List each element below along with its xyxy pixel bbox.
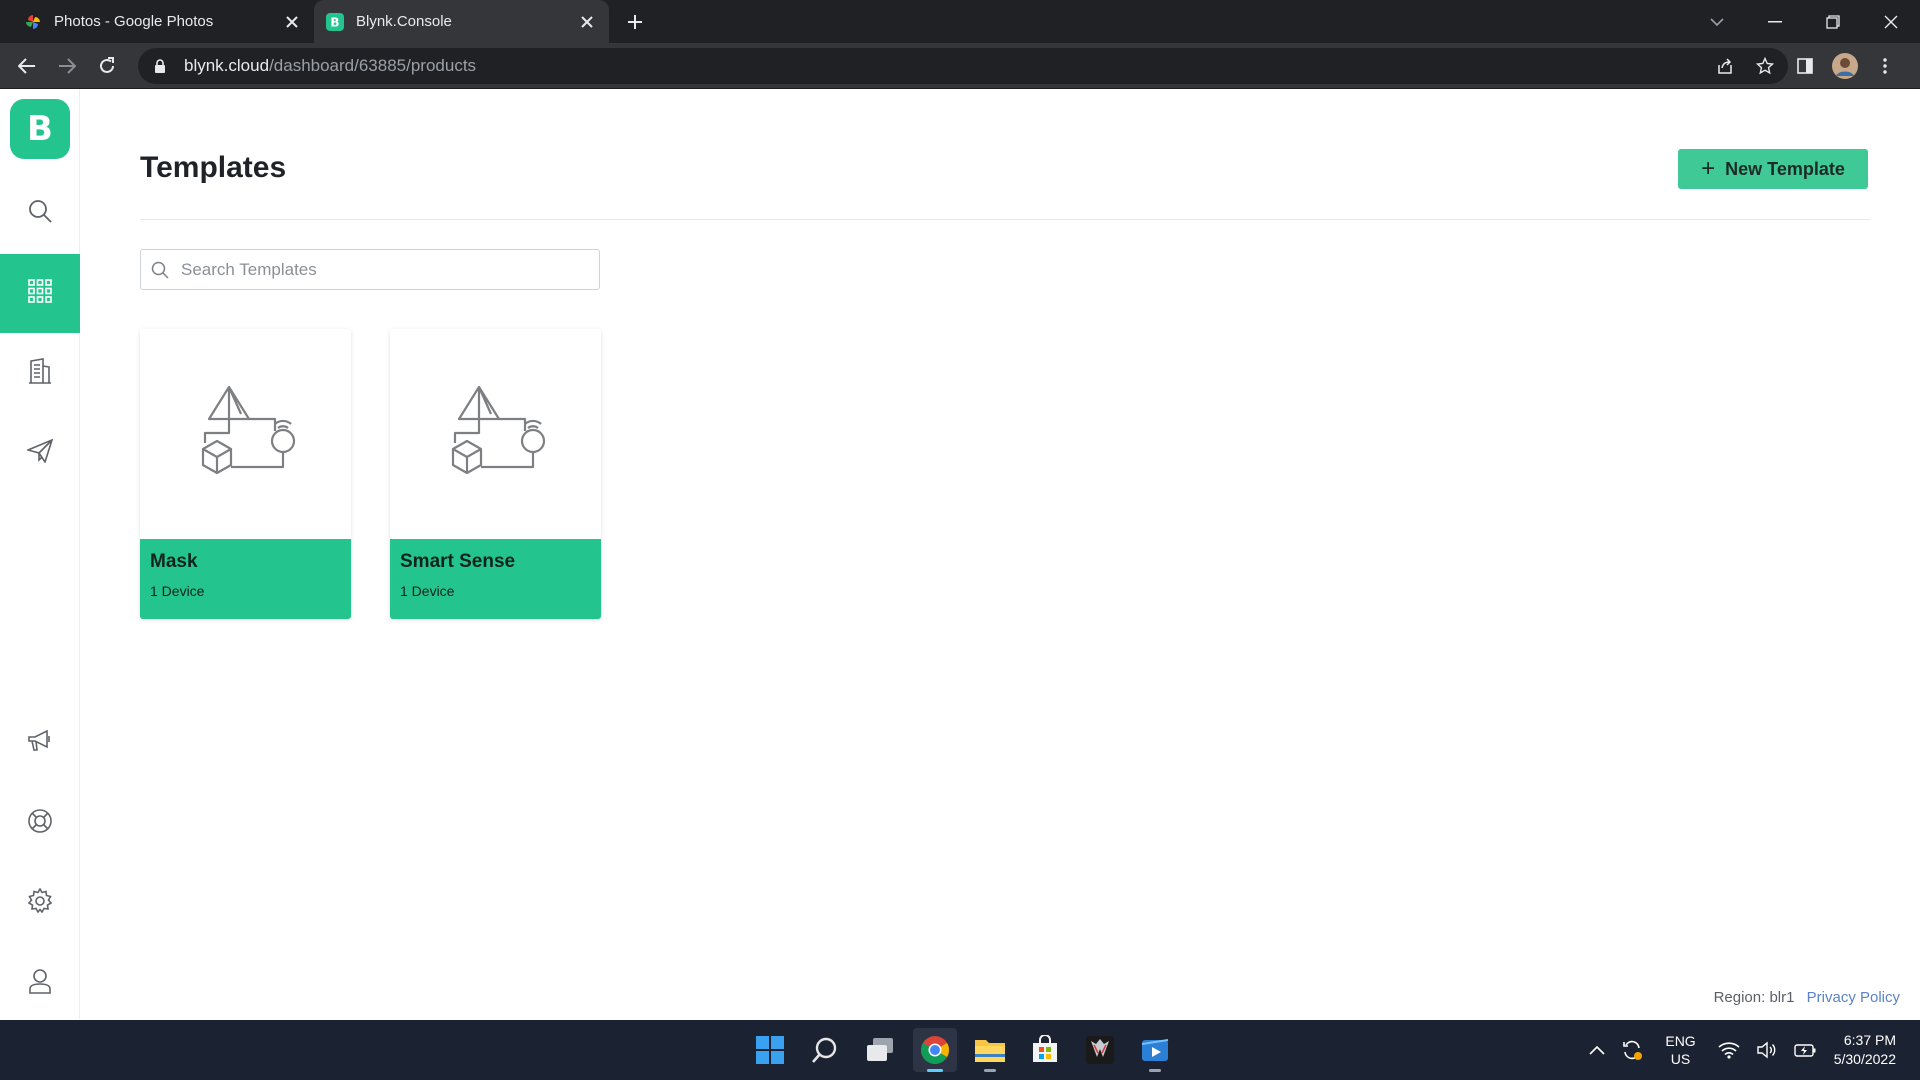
search-icon <box>27 198 53 229</box>
close-tab-icon[interactable] <box>573 8 601 36</box>
reload-icon[interactable] <box>92 51 122 81</box>
system-tray: ENG US 6:37 PM 5/30/2022 <box>1581 1020 1920 1080</box>
browser-menu-icon[interactable] <box>1870 51 1900 81</box>
paper-plane-icon <box>25 438 54 468</box>
tab-search-icon[interactable] <box>1688 0 1746 43</box>
running-indicator <box>984 1069 996 1072</box>
svg-text:B: B <box>330 15 339 29</box>
page-footer: Region: blr1 Privacy Policy <box>1714 989 1900 1006</box>
browser-tab-bar: Photos - Google Photos B Blynk.Console <box>0 0 1920 43</box>
lifebuoy-icon <box>27 808 53 839</box>
sidebar-item-announcements[interactable] <box>0 704 80 783</box>
battery-icon[interactable] <box>1794 1042 1816 1058</box>
template-name: Mask <box>150 551 198 572</box>
restore-icon[interactable] <box>1804 0 1862 43</box>
sidebar-item-templates[interactable] <box>0 254 80 333</box>
plus-icon: + <box>1701 155 1716 182</box>
megaphone-icon <box>27 729 53 758</box>
template-card-footer: Smart Sense 1 Device <box>390 539 601 619</box>
building-icon <box>28 358 52 389</box>
blynk-favicon-icon: B <box>326 12 344 31</box>
close-tab-icon[interactable] <box>278 8 306 36</box>
template-device-count: 1 Device <box>400 583 455 599</box>
new-template-button[interactable]: + New Template <box>1678 149 1868 189</box>
url-text[interactable]: blynk.cloud/dashboard/63885/products <box>184 56 476 76</box>
profile-avatar[interactable] <box>1830 51 1860 81</box>
toolbar-actions <box>1710 51 1900 81</box>
address-bar[interactable]: blynk.cloud/dashboard/63885/products <box>138 48 1788 84</box>
sidebar-item-user[interactable] <box>0 944 80 1023</box>
blynk-logo[interactable]: B <box>10 99 70 159</box>
region-code: US <box>1670 1051 1691 1067</box>
predator-sense-icon[interactable] <box>1078 1028 1122 1072</box>
template-name: Smart Sense <box>400 551 516 572</box>
taskbar-search-icon[interactable] <box>803 1028 847 1072</box>
google-photos-icon <box>24 13 42 31</box>
browser-toolbar: blynk.cloud/dashboard/63885/products <box>0 43 1920 89</box>
minimize-icon[interactable] <box>1746 0 1804 43</box>
active-indicator <box>927 1069 943 1072</box>
chrome-icon[interactable] <box>913 1028 957 1072</box>
chevron-up-icon[interactable] <box>1589 1045 1605 1055</box>
taskbar-clock[interactable]: 6:37 PM 5/30/2022 <box>1834 1031 1896 1069</box>
tab-title: Photos - Google Photos <box>54 13 214 30</box>
sidebar-item-organizations[interactable] <box>0 334 80 413</box>
new-tab-button[interactable] <box>620 7 650 37</box>
template-card-mask[interactable]: Mask 1 Device <box>140 329 351 619</box>
sidebar-item-search[interactable] <box>0 174 80 253</box>
clock-time: 6:37 PM <box>1843 1032 1896 1048</box>
media-player-icon[interactable] <box>1133 1028 1177 1072</box>
user-icon <box>28 968 52 999</box>
template-card-smart-sense[interactable]: Smart Sense 1 Device <box>390 329 601 619</box>
sidebar-item-help[interactable] <box>0 784 80 863</box>
tab-title: Blynk.Console <box>356 13 452 30</box>
search-templates-field[interactable] <box>140 249 600 290</box>
forward-icon[interactable] <box>52 51 82 81</box>
window-controls <box>1688 0 1920 43</box>
tab-blynk-console[interactable]: B Blynk.Console <box>314 0 609 43</box>
template-card-footer: Mask 1 Device <box>140 539 351 619</box>
microsoft-store-icon[interactable] <box>1023 1028 1067 1072</box>
tab-google-photos[interactable]: Photos - Google Photos <box>14 0 314 43</box>
grid-icon <box>28 279 52 308</box>
gear-icon <box>27 887 53 919</box>
wifi-icon[interactable] <box>1718 1041 1740 1059</box>
app-sidebar: B <box>0 89 80 1019</box>
header-divider <box>140 219 1870 220</box>
region-label: Region: blr1 <box>1713 989 1795 1006</box>
search-icon <box>151 261 171 279</box>
lock-icon[interactable] <box>154 58 172 74</box>
template-illustration <box>140 329 351 539</box>
running-indicator <box>1149 1069 1161 1072</box>
close-window-icon[interactable] <box>1862 0 1920 43</box>
bookmark-star-icon[interactable] <box>1750 51 1780 81</box>
search-templates-input[interactable] <box>181 259 581 280</box>
language-code: ENG <box>1665 1033 1696 1049</box>
page-title: Templates <box>140 151 287 184</box>
clock-date: 5/30/2022 <box>1833 1051 1896 1067</box>
share-icon[interactable] <box>1710 51 1740 81</box>
file-explorer-icon[interactable] <box>968 1028 1012 1072</box>
template-illustration <box>390 329 601 539</box>
sidebar-item-messages[interactable] <box>0 414 80 493</box>
back-icon[interactable] <box>12 51 42 81</box>
privacy-policy-link[interactable]: Privacy Policy <box>1807 989 1900 1006</box>
windows-taskbar: ENG US 6:37 PM 5/30/2022 <box>0 1020 1920 1080</box>
side-panel-icon[interactable] <box>1790 51 1820 81</box>
task-view-icon[interactable] <box>858 1028 902 1072</box>
taskbar-apps <box>748 1028 1177 1072</box>
sync-icon[interactable] <box>1621 1039 1643 1061</box>
sidebar-item-settings[interactable] <box>0 864 80 943</box>
language-indicator[interactable]: ENG US <box>1665 1032 1695 1068</box>
main-content: Templates + New Template Mask 1 Device <box>80 89 1920 1019</box>
volume-icon[interactable] <box>1756 1041 1778 1059</box>
new-template-label: New Template <box>1725 158 1845 179</box>
windows-start-icon[interactable] <box>748 1028 792 1072</box>
template-device-count: 1 Device <box>150 583 205 599</box>
